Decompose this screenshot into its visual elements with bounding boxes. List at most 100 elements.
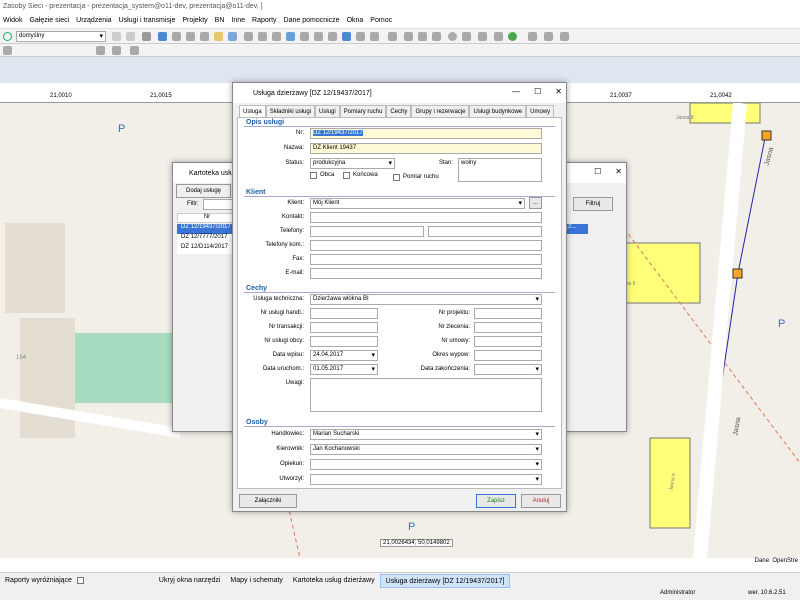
tool-icon[interactable] [404, 32, 413, 41]
close-icon[interactable]: ✕ [555, 87, 562, 96]
tool-icon[interactable] [560, 32, 569, 41]
task-usluga[interactable]: Usługa dzierżawy [DZ 12/19437/2017] [379, 573, 511, 588]
tool-icon[interactable] [258, 32, 267, 41]
cancel-button[interactable]: Anuluj [521, 494, 561, 508]
minimize-icon[interactable]: — [512, 87, 520, 96]
koncowa-checkbox[interactable] [343, 172, 350, 179]
layer-icon[interactable] [214, 32, 223, 41]
draw-line-icon[interactable] [3, 46, 12, 55]
tab-uslugi[interactable]: Usługi [315, 105, 340, 117]
telefony-field-2[interactable] [428, 226, 542, 237]
draw-icon[interactable] [112, 46, 121, 55]
scheme-select[interactable]: domyślny [16, 31, 106, 42]
nazwa-field[interactable]: DZ Klient 19437 [310, 143, 542, 154]
tool-icon[interactable] [432, 32, 441, 41]
nr-field[interactable]: DZ 12/19437/2017 [310, 128, 542, 139]
maximize-icon[interactable]: ☐ [534, 87, 541, 96]
tool-icon[interactable] [200, 32, 209, 41]
kontakt-field[interactable] [310, 212, 542, 223]
tool-icon[interactable] [286, 32, 295, 41]
kierownik-select[interactable]: Jan Kochanowski [310, 444, 542, 455]
data-uruchom-picker[interactable]: 01.05.2017 [310, 364, 378, 375]
tool-icon[interactable] [314, 32, 323, 41]
tool-icon[interactable] [478, 32, 487, 41]
status-select[interactable]: produkcyjna [310, 158, 395, 169]
tool-icon[interactable] [172, 32, 181, 41]
table-row[interactable]: DZ 12/D114/2017 [177, 244, 237, 254]
klient-more-button[interactable]: ... [529, 197, 542, 209]
utworzyl-select[interactable] [310, 474, 542, 485]
stan-field[interactable]: wolny [458, 158, 542, 182]
tab-skladniki[interactable]: Składniki usługi [265, 105, 316, 117]
table-icon[interactable] [158, 32, 167, 41]
tab-grupy[interactable]: Grupy i rezerwacje [411, 105, 470, 117]
menu-okna[interactable]: Okna [347, 17, 364, 24]
okres-field[interactable] [474, 350, 542, 361]
add-service-button[interactable]: Dodaj usługę [176, 184, 231, 198]
tab-usluga[interactable]: Usługa [239, 105, 266, 117]
attachments-button[interactable]: Załączniki [239, 494, 297, 508]
nr-projektu-field[interactable] [474, 308, 542, 319]
tool-icon[interactable] [328, 32, 337, 41]
save-button[interactable]: Zapisz [476, 494, 516, 508]
reports-dropdown[interactable]: Raporty wyróżniające [0, 574, 77, 588]
email-field[interactable] [310, 268, 542, 279]
tool-icon[interactable] [494, 32, 503, 41]
tool-icon[interactable] [544, 32, 553, 41]
tab-pomiary[interactable]: Pomiary ruchu [339, 105, 387, 117]
data-wpisu-picker[interactable]: 24.04.2017 [310, 350, 378, 361]
menu-uslugi[interactable]: Usługi i transmisje [119, 17, 176, 24]
globe-icon[interactable] [508, 32, 517, 41]
tool-icon[interactable] [448, 32, 457, 41]
menu-dane[interactable]: Dane pomocnicze [284, 17, 340, 24]
opiekun-select[interactable] [310, 459, 542, 470]
tool-icon[interactable] [356, 32, 365, 41]
telefony-field[interactable] [310, 226, 424, 237]
klient-select[interactable]: Mój Klient [310, 198, 525, 209]
menu-pomoc[interactable]: Pomoc [370, 17, 392, 24]
tool-icon[interactable] [462, 32, 471, 41]
usluga-tech-select[interactable]: Dzierżawa włókna BI [310, 294, 542, 305]
column-header-nr[interactable]: Nr [177, 213, 237, 223]
tool-icon[interactable] [300, 32, 309, 41]
table-row[interactable]: DZ 12/19437/2017 [177, 224, 237, 234]
nr-umowy-field[interactable] [474, 336, 542, 347]
pomiar-checkbox[interactable] [393, 174, 400, 181]
task-hide-tools[interactable]: Ukryj okna narzędzi [154, 574, 225, 588]
search-icon[interactable] [3, 32, 12, 41]
maximize-icon[interactable]: ☐ [594, 167, 601, 176]
select-icon[interactable] [342, 32, 351, 41]
nr-handl-field[interactable] [310, 308, 378, 319]
tool-icon[interactable] [528, 32, 537, 41]
menu-bn[interactable]: BN [215, 17, 225, 24]
reports-checkbox[interactable] [76, 577, 84, 584]
close-icon[interactable]: ✕ [615, 167, 622, 176]
tab-cechy[interactable]: Cechy [386, 105, 412, 117]
data-zak-picker[interactable] [474, 364, 542, 375]
menu-inne[interactable]: Inne [231, 17, 245, 24]
tool-icon[interactable] [244, 32, 253, 41]
telefony-kom-field[interactable] [310, 240, 542, 251]
nr-transakcji-field[interactable] [310, 322, 378, 333]
map-icon[interactable] [228, 32, 237, 41]
obca-checkbox[interactable] [310, 172, 317, 179]
tool-icon[interactable] [272, 32, 281, 41]
draw-icon[interactable] [130, 46, 139, 55]
task-maps[interactable]: Mapy i schematy [225, 574, 288, 588]
tool-icon[interactable] [388, 32, 397, 41]
draw-icon[interactable] [96, 46, 105, 55]
nr-obcy-field[interactable] [310, 336, 378, 347]
fax-field[interactable] [310, 254, 542, 265]
handlowiec-select[interactable]: Marian Sucharski [310, 429, 542, 440]
tool-icon[interactable] [142, 32, 151, 41]
nr-zlecenia-field[interactable] [474, 322, 542, 333]
tool-icon[interactable] [126, 32, 135, 41]
tool-icon[interactable] [112, 32, 121, 41]
tool-icon[interactable] [418, 32, 427, 41]
tool-icon[interactable] [370, 32, 379, 41]
table-row[interactable]: DZ 12/7777/2017 [177, 234, 237, 244]
filter-input[interactable] [203, 199, 233, 210]
menu-raporty[interactable]: Raporty [252, 17, 277, 24]
tab-budynkowe[interactable]: Usługi budynkowe [469, 105, 527, 117]
menu-galezie[interactable]: Gałęzie sieci [29, 17, 69, 24]
